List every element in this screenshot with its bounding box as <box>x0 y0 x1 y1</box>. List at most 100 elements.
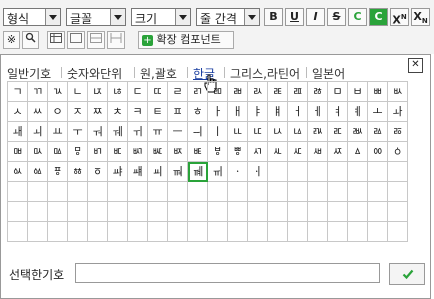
symbol-cell[interactable]: ㅅ <box>8 102 28 122</box>
selected-symbol-input[interactable] <box>75 263 380 283</box>
symbol-cell[interactable]: ㆎ <box>248 162 268 182</box>
tab-japanese[interactable]: 일본어 <box>312 65 345 82</box>
symbol-cell[interactable]: ㅴ <box>128 142 148 162</box>
merge-cell-button[interactable] <box>107 31 125 49</box>
symbol-cell[interactable]: ㅰ <box>48 142 68 162</box>
symbol-cell[interactable]: ㅳ <box>108 142 128 162</box>
symbol-cell[interactable]: ㅞ <box>108 122 128 142</box>
symbol-cell[interactable]: ㅚ <box>28 122 48 142</box>
symbol-cell[interactable]: ㅵ <box>148 142 168 162</box>
symbol-cell[interactable]: ㅀ <box>308 82 328 102</box>
symbol-cell[interactable]: ㅦ <box>248 122 268 142</box>
insert-row-button[interactable] <box>87 31 105 49</box>
box-button[interactable] <box>67 31 85 49</box>
symbol-cell[interactable]: ㅮ <box>8 142 28 162</box>
tab-general-symbols[interactable]: 일반기호 <box>7 65 51 82</box>
symbol-cell[interactable]: ㆍ <box>228 162 248 182</box>
symbol-cell[interactable]: ㅯ <box>28 142 48 162</box>
bg-color-button[interactable]: C <box>369 8 388 26</box>
linespacing-select[interactable]: 줄 간격 <box>196 8 260 26</box>
symbol-cell[interactable]: ㄱ <box>8 82 28 102</box>
symbol-cell[interactable]: ㅍ <box>168 102 188 122</box>
symbol-cell[interactable]: ㆅ <box>68 162 88 182</box>
symbol-cell[interactable]: ㅑ <box>248 102 268 122</box>
symbol-cell[interactable]: ㅉ <box>88 102 108 122</box>
tab-numbers-units[interactable]: 숫자와단위 <box>67 65 122 82</box>
symbol-cell[interactable]: ㅬ <box>368 122 388 142</box>
confirm-button[interactable] <box>389 263 425 285</box>
symbol-cell[interactable]: ㅝ <box>88 122 108 142</box>
search-button[interactable] <box>22 31 39 49</box>
symbol-cell[interactable]: ㅈ <box>68 102 88 122</box>
symbol-cell[interactable]: ㄹ <box>168 82 188 102</box>
close-button[interactable]: ✕ <box>408 58 423 73</box>
symbol-cell[interactable]: ㅋ <box>128 102 148 122</box>
strike-button[interactable]: S <box>327 8 346 26</box>
symbol-cell[interactable]: ㄷ <box>128 82 148 102</box>
symbol-cell[interactable]: ㄵ <box>88 82 108 102</box>
symbol-cell[interactable]: ㅒ <box>268 102 288 122</box>
extension-component-button[interactable]: + 확장 컴포넌트 <box>138 31 234 49</box>
symbol-cell[interactable]: ㅜ <box>68 122 88 142</box>
size-select[interactable]: 크기 <box>131 8 191 26</box>
symbol-cell[interactable]: ㅸ <box>208 142 228 162</box>
tab-greek-latin[interactable]: 그리스,라틴어 <box>230 65 300 82</box>
symbol-cell[interactable]: ㅃ <box>368 82 388 102</box>
symbol-cell[interactable]: ㄿ <box>288 82 308 102</box>
symbol-cell[interactable]: ㅢ <box>188 122 208 142</box>
subscript-button[interactable]: XN <box>411 8 430 26</box>
symbol-cell[interactable]: ㆀ <box>368 142 388 162</box>
symbol-cell[interactable]: ㅧ <box>268 122 288 142</box>
symbol-cell[interactable]: ㆃ <box>28 162 48 182</box>
symbol-cell[interactable]: ㅎ <box>188 102 208 122</box>
symbol-cell[interactable]: ㅾ <box>328 142 348 162</box>
symbol-cell[interactable]: ㅶ <box>168 142 188 162</box>
bold-button[interactable]: B <box>264 8 283 26</box>
format-select[interactable]: 형식 <box>3 8 61 26</box>
superscript-button[interactable]: XN <box>390 8 409 27</box>
symbol-cell[interactable]: ㅄ <box>388 82 408 102</box>
symbol-cell[interactable]: ㆈ <box>128 162 148 182</box>
symbol-cell[interactable]: ㄸ <box>148 82 168 102</box>
symbol-cell[interactable]: ㆋ <box>188 162 208 182</box>
tab-circles-brackets[interactable]: 원,괄호 <box>140 65 177 82</box>
symbol-cell[interactable]: ㅁ <box>328 82 348 102</box>
symbol-cell[interactable]: ㅿ <box>348 142 368 162</box>
symbol-cell[interactable]: ㄻ <box>208 82 228 102</box>
symbol-cell[interactable]: ㅼ <box>288 142 308 162</box>
symbol-cell[interactable]: ㆁ <box>388 142 408 162</box>
symbol-cell[interactable]: ㄾ <box>268 82 288 102</box>
symbol-cell[interactable]: ㅪ <box>328 122 348 142</box>
symbol-cell[interactable]: ㅐ <box>228 102 248 122</box>
symbol-cell[interactable]: ㆊ <box>168 162 188 182</box>
symbol-cell[interactable]: ㅛ <box>48 122 68 142</box>
symbol-cell[interactable]: ㅂ <box>348 82 368 102</box>
symbol-cell[interactable]: ㄳ <box>48 82 68 102</box>
symbol-cell[interactable]: ㅔ <box>308 102 328 122</box>
symbol-cell[interactable]: ㆄ <box>48 162 68 182</box>
symbol-cell[interactable]: ㅌ <box>148 102 168 122</box>
symbol-cell[interactable]: ㅡ <box>168 122 188 142</box>
symbol-cell[interactable]: ㄽ <box>248 82 268 102</box>
symbol-cell[interactable]: ㅩ <box>308 122 328 142</box>
font-select[interactable]: 글꼴 <box>66 8 126 26</box>
symbol-cell[interactable]: ㆇ <box>108 162 128 182</box>
symbol-cell[interactable]: ㅕ <box>328 102 348 122</box>
italic-button[interactable]: I <box>306 8 325 26</box>
symbol-cell[interactable]: ㄶ <box>108 82 128 102</box>
symbol-cell[interactable]: ㅺ <box>248 142 268 162</box>
symbol-cell[interactable]: ㅏ <box>208 102 228 122</box>
symbol-cell[interactable]: ㅟ <box>128 122 148 142</box>
symbol-cell[interactable]: ㅹ <box>228 142 248 162</box>
symbol-cell[interactable]: ㅗ <box>368 102 388 122</box>
symbol-cell[interactable]: ㅥ <box>228 122 248 142</box>
symbol-cell[interactable]: ㆂ <box>8 162 28 182</box>
symbol-cell[interactable]: ㅓ <box>288 102 308 122</box>
symbol-cell[interactable]: ㅘ <box>388 102 408 122</box>
symbol-cell[interactable]: ㅻ <box>268 142 288 162</box>
special-char-button[interactable]: ※ <box>3 31 20 49</box>
symbol-cell[interactable]: ㆉ <box>148 162 168 182</box>
table-button[interactable] <box>47 31 65 49</box>
symbol-cell[interactable]: ㅇ <box>48 102 68 122</box>
symbol-cell[interactable]: ㅽ <box>308 142 328 162</box>
